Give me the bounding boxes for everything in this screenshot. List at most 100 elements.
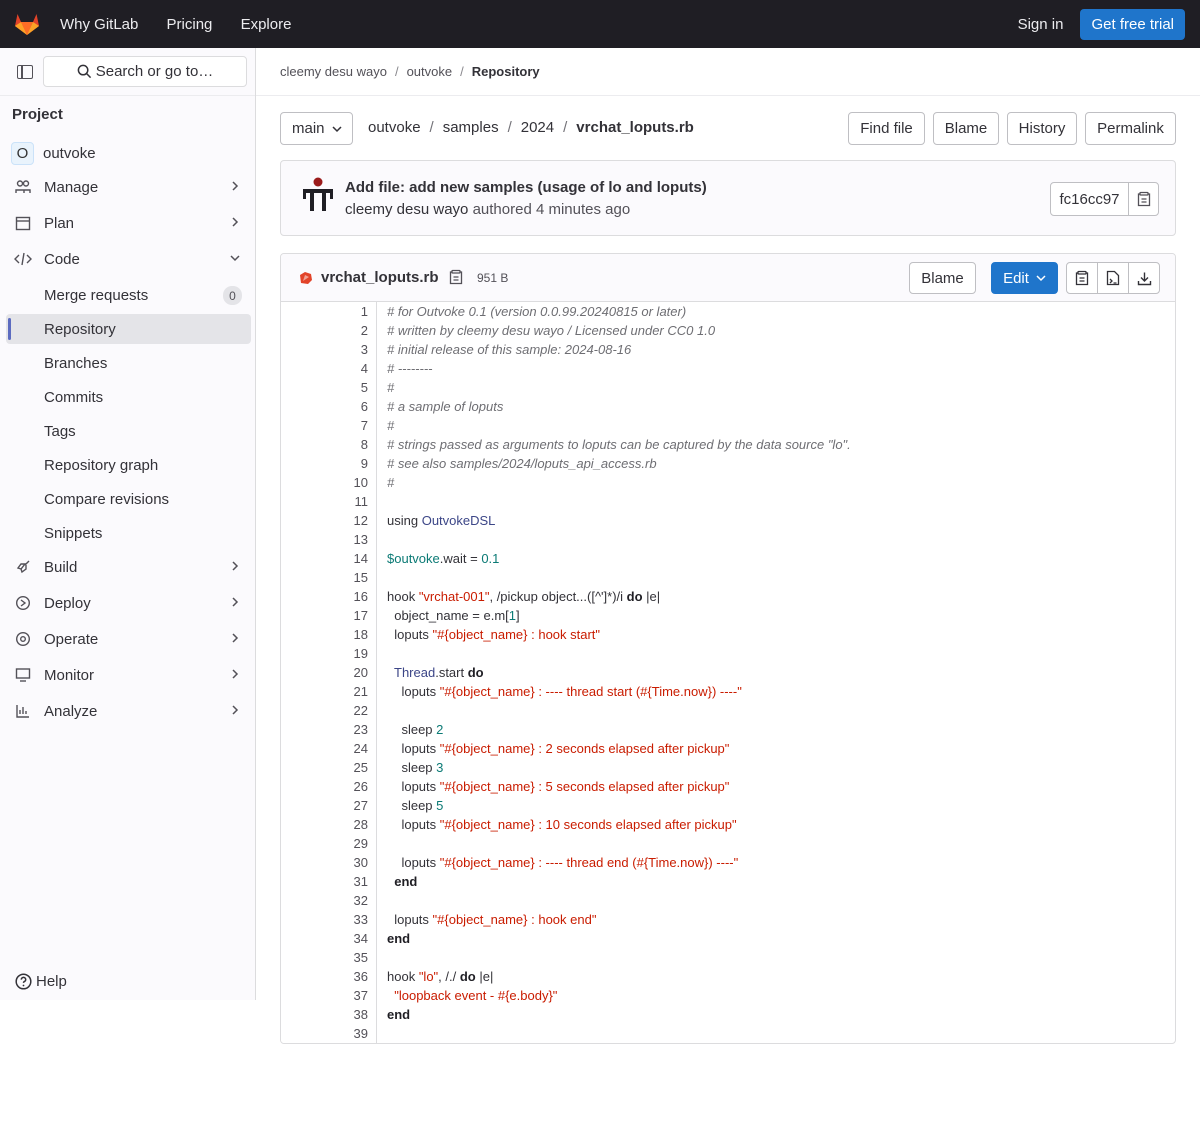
nav-why-gitlab[interactable]: Why GitLab xyxy=(60,16,138,33)
line-number[interactable]: 36 xyxy=(328,969,368,984)
line-number[interactable]: 8 xyxy=(328,437,368,452)
search-button[interactable]: Search or go to… xyxy=(43,56,247,87)
breadcrumb-current[interactable]: Repository xyxy=(472,64,540,79)
history-button[interactable]: History xyxy=(1007,112,1077,145)
sidebar-sub-commits[interactable]: Commits xyxy=(6,382,251,412)
help-button[interactable]: Help xyxy=(15,973,67,990)
help-label: Help xyxy=(36,973,67,990)
edit-dropdown-button[interactable]: Edit xyxy=(991,262,1058,294)
nav-explore[interactable]: Explore xyxy=(241,16,292,33)
breadcrumb-owner[interactable]: cleemy desu wayo xyxy=(280,64,387,79)
line-number[interactable]: 15 xyxy=(328,570,368,585)
sidebar-sub-label: Tags xyxy=(44,422,76,440)
avatar[interactable] xyxy=(301,177,335,213)
nav-pricing[interactable]: Pricing xyxy=(167,16,213,33)
sidebar-sub-compare-revisions[interactable]: Compare revisions xyxy=(6,484,251,514)
code-line: # written by cleemy desu wayo / Licensed… xyxy=(387,323,716,338)
search-icon xyxy=(77,64,91,79)
commit-author[interactable]: cleemy desu wayo xyxy=(345,201,468,218)
sidebar-item-analyze[interactable]: Analyze xyxy=(6,696,251,726)
sidebar-item-project[interactable]: O outvoke xyxy=(6,138,251,168)
code-line: loputs "#{object_name} : ---- thread sta… xyxy=(387,684,742,699)
sidebar-sub-label: Repository graph xyxy=(44,456,159,474)
line-number[interactable]: 2 xyxy=(328,323,368,338)
sidebar-item-operate[interactable]: Operate xyxy=(6,624,251,654)
file-blame-button[interactable]: Blame xyxy=(909,262,976,294)
breadcrumb-project[interactable]: outvoke xyxy=(407,64,453,79)
path-segment[interactable]: 2024 xyxy=(521,119,554,136)
permalink-button[interactable]: Permalink xyxy=(1085,112,1176,145)
sidebar-item-deploy[interactable]: Deploy xyxy=(6,588,251,618)
branch-selector[interactable]: main xyxy=(280,112,353,145)
line-number[interactable]: 25 xyxy=(328,760,368,775)
line-number[interactable]: 27 xyxy=(328,798,368,813)
line-number[interactable]: 37 xyxy=(328,988,368,1003)
line-number[interactable]: 14 xyxy=(328,551,368,566)
path-current-file[interactable]: vrchat_loputs.rb xyxy=(576,119,694,136)
line-number[interactable]: 19 xyxy=(328,646,368,661)
line-number[interactable]: 17 xyxy=(328,608,368,623)
path-segment[interactable]: samples xyxy=(443,119,499,136)
sidebar-item-manage[interactable]: Manage xyxy=(6,172,251,202)
sidebar-sub-tags[interactable]: Tags xyxy=(6,416,251,446)
line-number[interactable]: 18 xyxy=(328,627,368,642)
blame-button[interactable]: Blame xyxy=(933,112,999,145)
copy-contents-icon[interactable] xyxy=(1067,263,1098,293)
line-number[interactable]: 30 xyxy=(328,855,368,870)
sidebar-sub-snippets[interactable]: Snippets xyxy=(6,518,251,548)
line-number[interactable]: 22 xyxy=(328,703,368,718)
line-number[interactable]: 6 xyxy=(328,399,368,414)
line-number[interactable]: 32 xyxy=(328,893,368,908)
line-number[interactable]: 7 xyxy=(328,418,368,433)
sidebar-label: Deploy xyxy=(44,594,91,612)
raw-file-icon[interactable] xyxy=(1098,263,1129,293)
sidebar-sub-repository[interactable]: Repository xyxy=(6,314,251,344)
sidebar-label: Code xyxy=(44,250,80,268)
line-number[interactable]: 31 xyxy=(328,874,368,889)
code-line: # -------- xyxy=(387,361,433,376)
sidebar-item-monitor[interactable]: Monitor xyxy=(6,660,251,690)
sidebar-sub-merge-requests[interactable]: Merge requests 0 xyxy=(6,280,251,310)
line-number[interactable]: 12 xyxy=(328,513,368,528)
line-number[interactable]: 24 xyxy=(328,741,368,756)
sign-in-link[interactable]: Sign in xyxy=(1018,16,1064,33)
line-number[interactable]: 38 xyxy=(328,1007,368,1022)
code-line: "loopback event - #{e.body}" xyxy=(394,988,558,1003)
line-number[interactable]: 5 xyxy=(328,380,368,395)
line-number[interactable]: 34 xyxy=(328,931,368,946)
sidebar-sub-branches[interactable]: Branches xyxy=(6,348,251,378)
line-number[interactable]: 10 xyxy=(328,475,368,490)
find-file-button[interactable]: Find file xyxy=(848,112,925,145)
line-number[interactable]: 26 xyxy=(328,779,368,794)
download-icon[interactable] xyxy=(1129,263,1159,293)
line-number[interactable]: 23 xyxy=(328,722,368,737)
sidebar-sub-repository-graph[interactable]: Repository graph xyxy=(6,450,251,480)
path-segment[interactable]: outvoke xyxy=(368,119,421,136)
commit-sha[interactable]: fc16cc97 xyxy=(1051,183,1129,215)
sidebar-toggle-icon[interactable] xyxy=(17,64,33,79)
line-number[interactable]: 33 xyxy=(328,912,368,927)
line-number[interactable]: 1 xyxy=(328,304,368,319)
copy-path-icon[interactable] xyxy=(449,269,463,285)
line-number[interactable]: 3 xyxy=(328,342,368,357)
line-number[interactable]: 16 xyxy=(328,589,368,604)
line-number[interactable]: 21 xyxy=(328,684,368,699)
line-number[interactable]: 11 xyxy=(328,494,369,509)
commit-title[interactable]: Add file: add new samples (usage of lo a… xyxy=(345,179,707,196)
line-number[interactable]: 9 xyxy=(328,456,368,471)
copy-icon[interactable] xyxy=(1129,183,1158,215)
sidebar-item-code[interactable]: Code xyxy=(6,244,251,274)
line-number[interactable]: 29 xyxy=(328,836,368,851)
gitlab-logo-icon[interactable] xyxy=(13,10,41,38)
sidebar-item-plan[interactable]: Plan xyxy=(6,208,251,238)
line-number[interactable]: 35 xyxy=(328,950,368,965)
free-trial-button[interactable]: Get free trial xyxy=(1080,9,1185,40)
line-number[interactable]: 13 xyxy=(328,532,368,547)
code-line: # a sample of loputs xyxy=(387,399,504,414)
line-number[interactable]: 4 xyxy=(328,361,368,376)
sidebar-item-build[interactable]: Build xyxy=(6,552,251,582)
line-number[interactable]: 20 xyxy=(328,665,368,680)
file-name[interactable]: vrchat_loputs.rb xyxy=(321,269,439,286)
line-number[interactable]: 28 xyxy=(328,817,368,832)
line-number[interactable]: 39 xyxy=(328,1026,368,1041)
